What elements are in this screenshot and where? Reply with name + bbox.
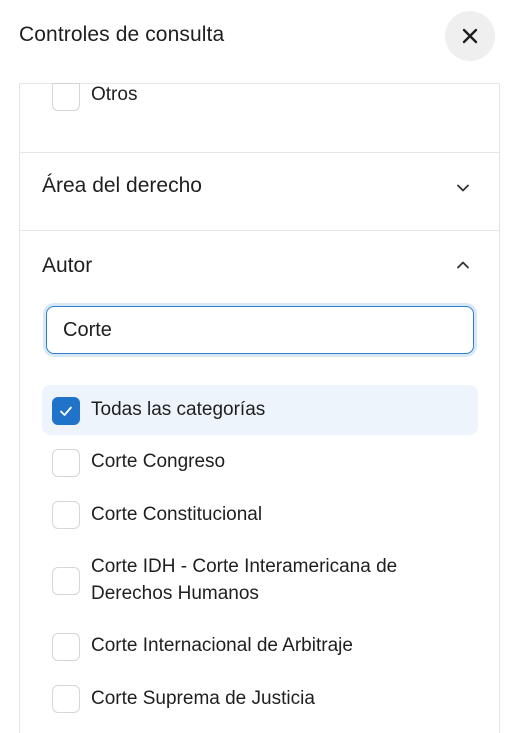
- close-button[interactable]: [445, 11, 495, 61]
- close-icon: [462, 28, 478, 44]
- option-label: Corte Suprema de Justicia: [91, 688, 315, 709]
- checkbox-otros[interactable]: [52, 83, 80, 111]
- option-label: Corte Internacional de Arbitraje: [91, 635, 353, 656]
- check-icon: [60, 406, 72, 416]
- checkbox-corte-internacional-arbitraje[interactable]: [52, 633, 80, 661]
- option-label-line-2: Derechos Humanos: [91, 583, 259, 604]
- dialog-header: Controles de consulta: [0, 0, 523, 72]
- filter-panel: Otros Área del derecho Autor Todas las c…: [19, 83, 500, 733]
- option-label: Corte Constitucional: [91, 504, 263, 525]
- dialog-title: Controles de consulta: [19, 23, 225, 46]
- option-label: Todas las categorías: [91, 399, 266, 420]
- divider: [20, 152, 499, 153]
- option-label-otros: Otros: [91, 84, 138, 105]
- checkbox-corte-constitucional[interactable]: [52, 501, 80, 529]
- section-title-autor[interactable]: Autor: [42, 254, 92, 278]
- checkbox-corte-congreso[interactable]: [52, 449, 80, 477]
- option-label-line-1: Corte IDH - Corte Interamericana de: [91, 556, 398, 577]
- section-title-area-derecho[interactable]: Área del derecho: [42, 174, 202, 198]
- checkbox-corte-suprema-justicia[interactable]: [52, 685, 80, 713]
- checkbox-todas-las-categorias[interactable]: [52, 397, 80, 425]
- option-label: Corte Congreso: [91, 451, 226, 472]
- chevron-up-icon[interactable]: [455, 257, 471, 273]
- divider: [20, 230, 499, 231]
- checkbox-corte-idh[interactable]: [52, 567, 80, 595]
- chevron-down-icon[interactable]: [455, 180, 471, 196]
- autor-search-input[interactable]: [46, 306, 474, 354]
